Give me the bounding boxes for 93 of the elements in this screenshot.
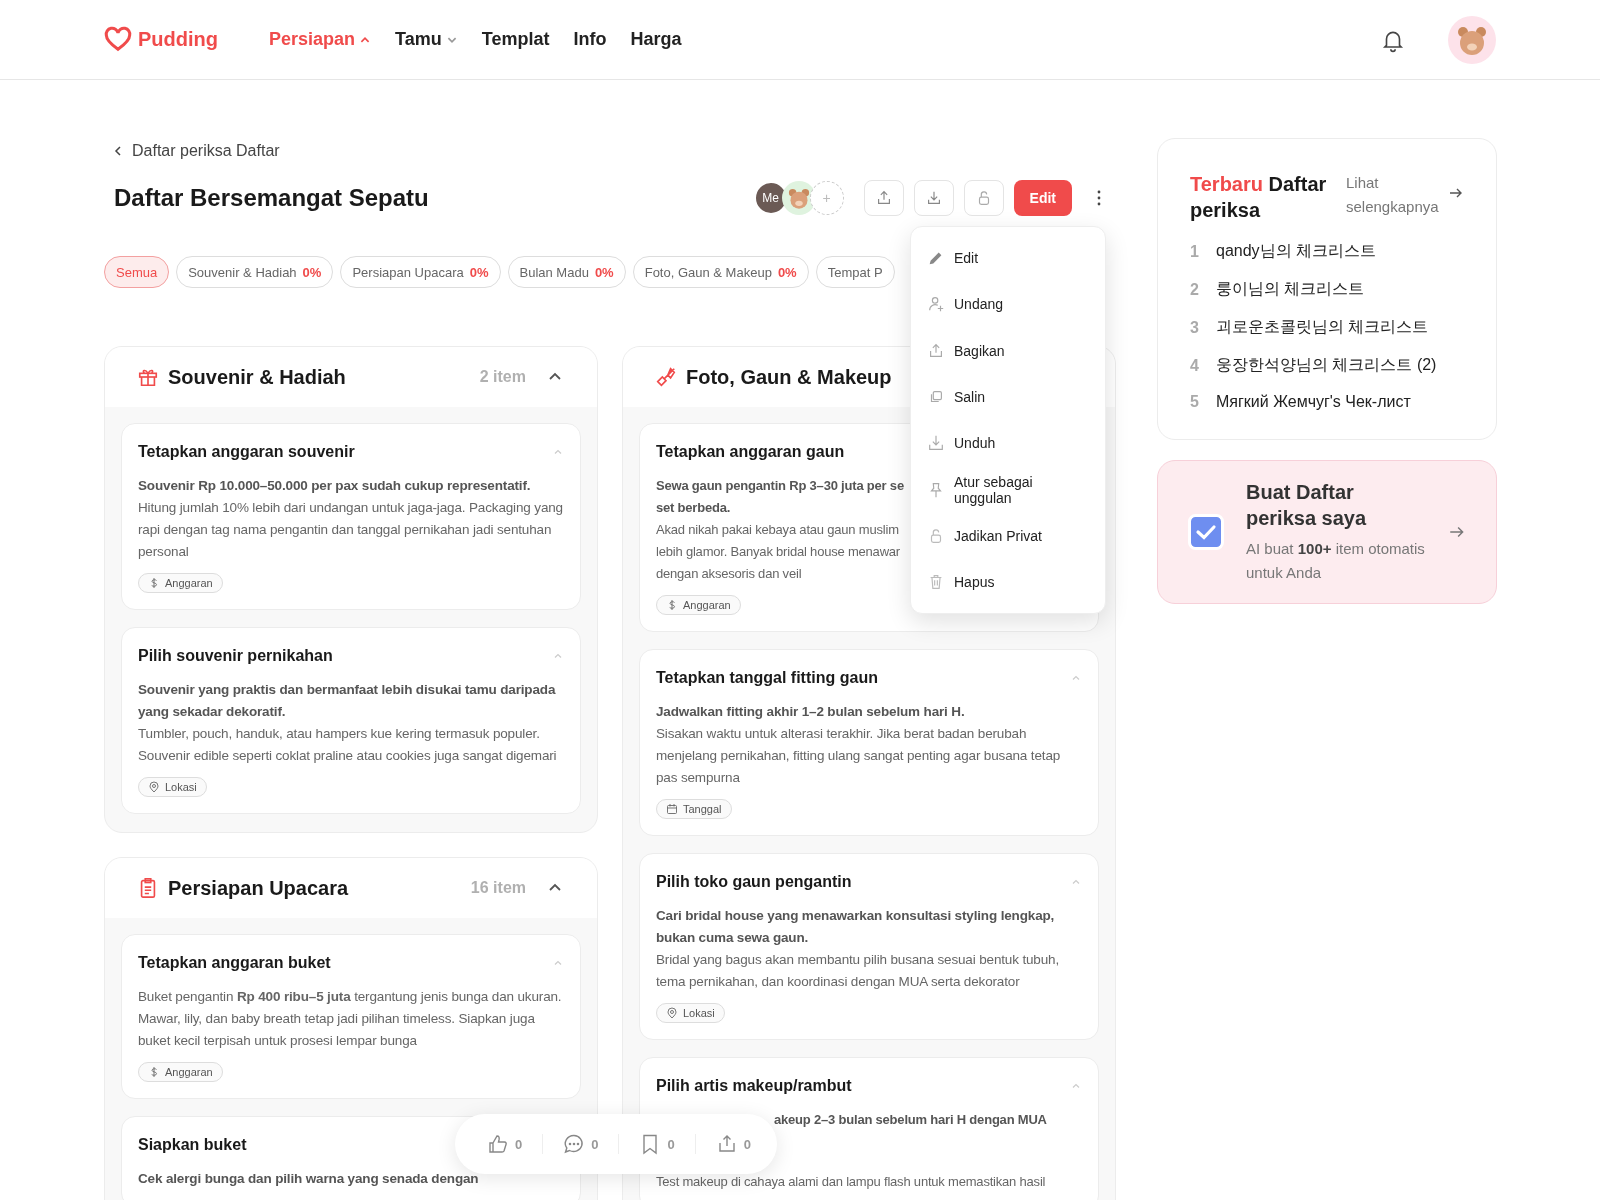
task-title: Tetapkan tanggal fitting gaun <box>656 669 878 687</box>
filter-chip[interactable]: Tempat P <box>815 256 895 288</box>
location-pin-icon <box>666 1007 678 1019</box>
share-button[interactable] <box>863 180 904 216</box>
thumbs-up-icon <box>487 1133 509 1155</box>
tag: Lokasi <box>656 1003 725 1023</box>
tag: Anggaran <box>138 1062 223 1082</box>
dollar-icon <box>148 1066 160 1078</box>
task-description: Akad nikah pakai kebaya atau gaun muslim <box>656 521 899 539</box>
create-checklist-card[interactable]: Buat Daftar periksa saya AI buat 100+ item otomatis untuk Anda <box>1157 460 1497 604</box>
checklist-link[interactable]: qandy님의 체크리스트 <box>1216 241 1377 262</box>
menu-item[interactable]: Edit <box>911 235 1105 282</box>
category-title: Persiapan Upacara <box>168 876 349 900</box>
task-description: Tumbler, pouch, handuk, atau hampers kue kering termasuk populer. Souvenir edible seperti coklat praline atau cookies juga sangat digemari <box>138 725 558 765</box>
task-description: dengan aksesoris dan veil <box>656 565 802 583</box>
page-title: Daftar Bersemangat Sepatu <box>114 184 429 212</box>
checklist-link[interactable]: 룽이님의 체크리스트 <box>1216 279 1365 300</box>
promo-text: AI buat 100+ item otomatis untuk Anda <box>1246 539 1426 583</box>
tag: Anggaran <box>138 573 223 593</box>
task-description: Sewa gaun pengantin Rp 3–30 juta per se <box>656 477 904 495</box>
menu-item[interactable]: Atur sebagai unggulan <box>911 466 1105 513</box>
task-summary: Souvenir Rp 10.000–50.000 per pax sudah cukup representatif. <box>138 477 532 495</box>
checklist-link[interactable]: 웅장한석양님의 체크리스트 (2) <box>1216 355 1437 376</box>
task-description: set berbeda. <box>656 499 731 517</box>
task-description: akeup 2–3 bulan sebelum hari H dengan MUA <box>774 1111 1047 1129</box>
tag: Tanggal <box>656 799 732 819</box>
invite-icon <box>927 295 945 314</box>
tag: Lokasi <box>138 777 207 797</box>
menu-item[interactable]: Unduh <box>911 420 1105 467</box>
item-count: 2 item <box>479 368 526 386</box>
task-description: Test makeup di cahaya alami dan lampu flash untuk memastikan hasil <box>656 1173 1046 1191</box>
filter-chip[interactable]: Souvenir & Hadiah 0% <box>176 256 334 288</box>
nav-item[interactable]: Harga <box>630 29 682 50</box>
avatar-icon[interactable] <box>1448 15 1496 64</box>
filter-chip[interactable]: Bulan Madu 0% <box>507 256 626 288</box>
filter-chip[interactable]: Foto, Gaun & Makeup 0% <box>632 256 809 288</box>
menu-item[interactable]: Bagikan <box>911 327 1105 374</box>
task-title: Pilih toko gaun pengantin <box>656 873 852 891</box>
more-icon[interactable] <box>1096 188 1102 208</box>
nav-item[interactable]: Persiapan <box>269 29 372 50</box>
task-title: Pilih artis makeup/rambut <box>656 1077 852 1095</box>
task-summary: Cari bridal house yang menawarkan konsultasi styling lengkap, bukan cuma sewa gaun. <box>656 907 1056 947</box>
task-summary: Cek alergi bunga dan pilih warna yang senada dengan <box>138 1170 480 1188</box>
filter-chip[interactable]: Persiapan Upacara 0% <box>340 256 501 288</box>
menu-item[interactable]: Salin <box>911 373 1105 421</box>
promo-title: Buat Daftar periksa saya <box>1246 480 1368 531</box>
task-description: Bridal yang bagus akan membantu pilih busana sesuai bentuk tubuh, tema pernikahan, dan koordinasi dengan MUA serta dekorator <box>656 951 1061 991</box>
breadcrumb-link[interactable]: Daftar periksa Daftar <box>132 142 280 160</box>
list-number: 3 <box>1190 318 1200 337</box>
task-title: Tetapkan anggaran souvenir <box>138 443 355 461</box>
task-title: Tetapkan anggaran buket <box>138 954 331 972</box>
category-title: Foto, Gaun & Makeup <box>686 365 892 389</box>
task-description: lebih glamor. Banyak bridal house menawar <box>656 543 900 561</box>
task-description: Hitung jumlah 10% lebih dari undangan untuk jaga-jaga. Packaging yang rapi dengan tag nama pengantin dan tanggal pernikahan jadi sentuhan personal <box>138 499 564 561</box>
item-count: 16 item <box>470 879 526 897</box>
calendar-icon <box>666 803 678 815</box>
share-icon <box>927 341 945 360</box>
task-description: Sisakan waktu untuk alterasi terakhir. Jika berat badan berubah menjelang pernikahan, fitting ulang sangat penting agar busana tetap pas sempurna <box>656 725 1062 787</box>
menu-item[interactable]: Hapus <box>911 559 1105 606</box>
download-icon <box>927 434 945 453</box>
category-title: Souvenir & Hadiah <box>168 365 346 389</box>
task-title: Tetapkan anggaran gaun <box>656 443 845 461</box>
logo-text[interactable]: Pudding <box>138 28 218 51</box>
task-description: Buket pengantin Rp 400 ribu–5 juta tergantung jenis bunga dan ukuran. Mawar, lily, dan baby breath tetap jadi pilihan timeless. Siapkan juga buket kecil terpisah untuk prosesi lempar bunga <box>138 988 563 1050</box>
list-number: 4 <box>1190 356 1200 375</box>
nav-item[interactable]: Tamu <box>395 29 458 50</box>
see-all-link[interactable]: Lihat selengkapnya <box>1346 171 1446 219</box>
menu-item[interactable]: Undang <box>911 281 1105 328</box>
dollar-icon <box>666 599 678 611</box>
list-number: 1 <box>1190 242 1200 261</box>
task-title: Siapkan buket <box>138 1136 247 1154</box>
download-button[interactable] <box>913 180 954 216</box>
checkbox-icon <box>1188 514 1224 550</box>
list-number: 5 <box>1190 393 1200 411</box>
dollar-icon <box>148 577 160 589</box>
pin-icon <box>927 480 945 499</box>
back-icon[interactable] <box>112 145 124 157</box>
task-title: Pilih souvenir pernikahan <box>138 647 333 665</box>
panel-title: Terbaru Daftar periksa <box>1190 172 1328 223</box>
heart-logo-icon <box>104 25 132 54</box>
list-number: 2 <box>1190 280 1200 299</box>
location-pin-icon <box>148 781 160 793</box>
unlock-button[interactable] <box>963 180 1004 216</box>
task-summary: Souvenir yang praktis dan bermanfaat lebih disukai tamu daripada yang sekadar dekoratif. <box>138 681 557 721</box>
nav-item[interactable]: Templat <box>481 29 550 50</box>
checklist-link[interactable]: 괴로운초콜릿님의 체크리스트 <box>1216 317 1429 338</box>
comment-icon <box>563 1133 586 1155</box>
nav-item[interactable]: Info <box>573 29 607 50</box>
tag: Anggaran <box>656 595 741 615</box>
menu-item[interactable]: Jadikan Privat <box>911 512 1105 560</box>
task-summary: Jadwalkan fitting akhir 1–2 bulan sebelum hari H. <box>656 703 966 721</box>
edit-button[interactable]: Edit <box>1013 180 1072 216</box>
checklist-link[interactable]: Мягкий Жемчуг's Чек-лист <box>1216 393 1411 411</box>
